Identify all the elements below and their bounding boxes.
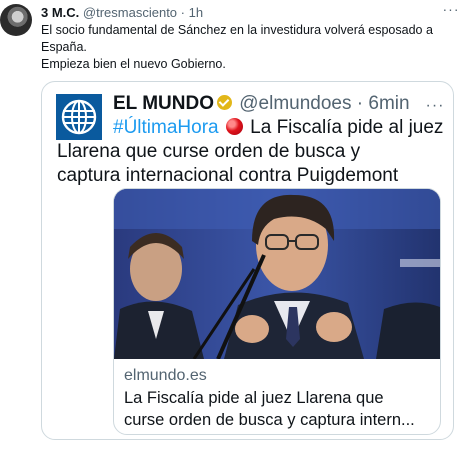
more-icon[interactable]: ···: [440, 2, 462, 20]
avatar[interactable]: [0, 4, 32, 36]
quoted-text-line: captura internacional contra Puigdemont: [57, 165, 399, 186]
quoted-more-icon[interactable]: ···: [424, 97, 446, 115]
quoted-author-handle[interactable]: @elmundoes: [239, 93, 351, 114]
author-name[interactable]: 3 M.C.: [41, 5, 79, 20]
quoted-author-name[interactable]: EL MUNDO: [113, 93, 214, 114]
tweet-text-line: Empieza bien el nuevo Gobierno.: [41, 57, 226, 71]
tweet[interactable]: 3 M.C. @tresmasciento · 1h ··· El socio …: [0, 0, 468, 449]
card-title-line: curse orden de busca y captura intern...: [124, 411, 415, 429]
author-handle[interactable]: @tresmasciento: [83, 5, 177, 20]
quoted-text: #ÚltimaHora La Fiscalía pide al juez Lla…: [57, 116, 444, 188]
tweet-text: El socio fundamental de Sánchez en la in…: [41, 22, 451, 73]
quoted-time[interactable]: 6min: [368, 93, 409, 114]
link-card[interactable]: elmundo.es La Fiscalía pide al juez Llar…: [113, 188, 441, 435]
tweet-time[interactable]: 1h: [189, 5, 203, 20]
card-domain[interactable]: elmundo.es: [124, 366, 207, 386]
card-title[interactable]: La Fiscalía pide al juez Llarena que cur…: [124, 387, 436, 431]
quoted-separator: ·: [356, 93, 364, 114]
quoted-text-line: La Fiscalía pide al juez: [250, 117, 444, 138]
article-photo[interactable]: [114, 189, 440, 359]
verified-badge-icon: [216, 95, 232, 110]
elmundo-logo[interactable]: [56, 94, 102, 140]
tweet-header: 3 M.C. @tresmasciento · 1h: [41, 5, 203, 21]
card-title-line: La Fiscalía pide al juez Llarena que: [124, 389, 384, 407]
quoted-tweet[interactable]: EL MUNDO @elmundoes · 6min ··· #ÚltimaHo…: [41, 81, 454, 440]
tweet-text-line: El socio fundamental de Sánchez en la in…: [41, 23, 433, 37]
hashtag-link[interactable]: #ÚltimaHora: [113, 117, 219, 138]
tweet-text-line: España.: [41, 40, 87, 54]
quoted-text-line: Llarena que curse orden de busca y: [57, 141, 361, 162]
header-separator: ·: [180, 5, 186, 20]
red-circle-emoji: [225, 118, 243, 135]
quoted-header: EL MUNDO @elmundoes · 6min: [113, 92, 410, 116]
